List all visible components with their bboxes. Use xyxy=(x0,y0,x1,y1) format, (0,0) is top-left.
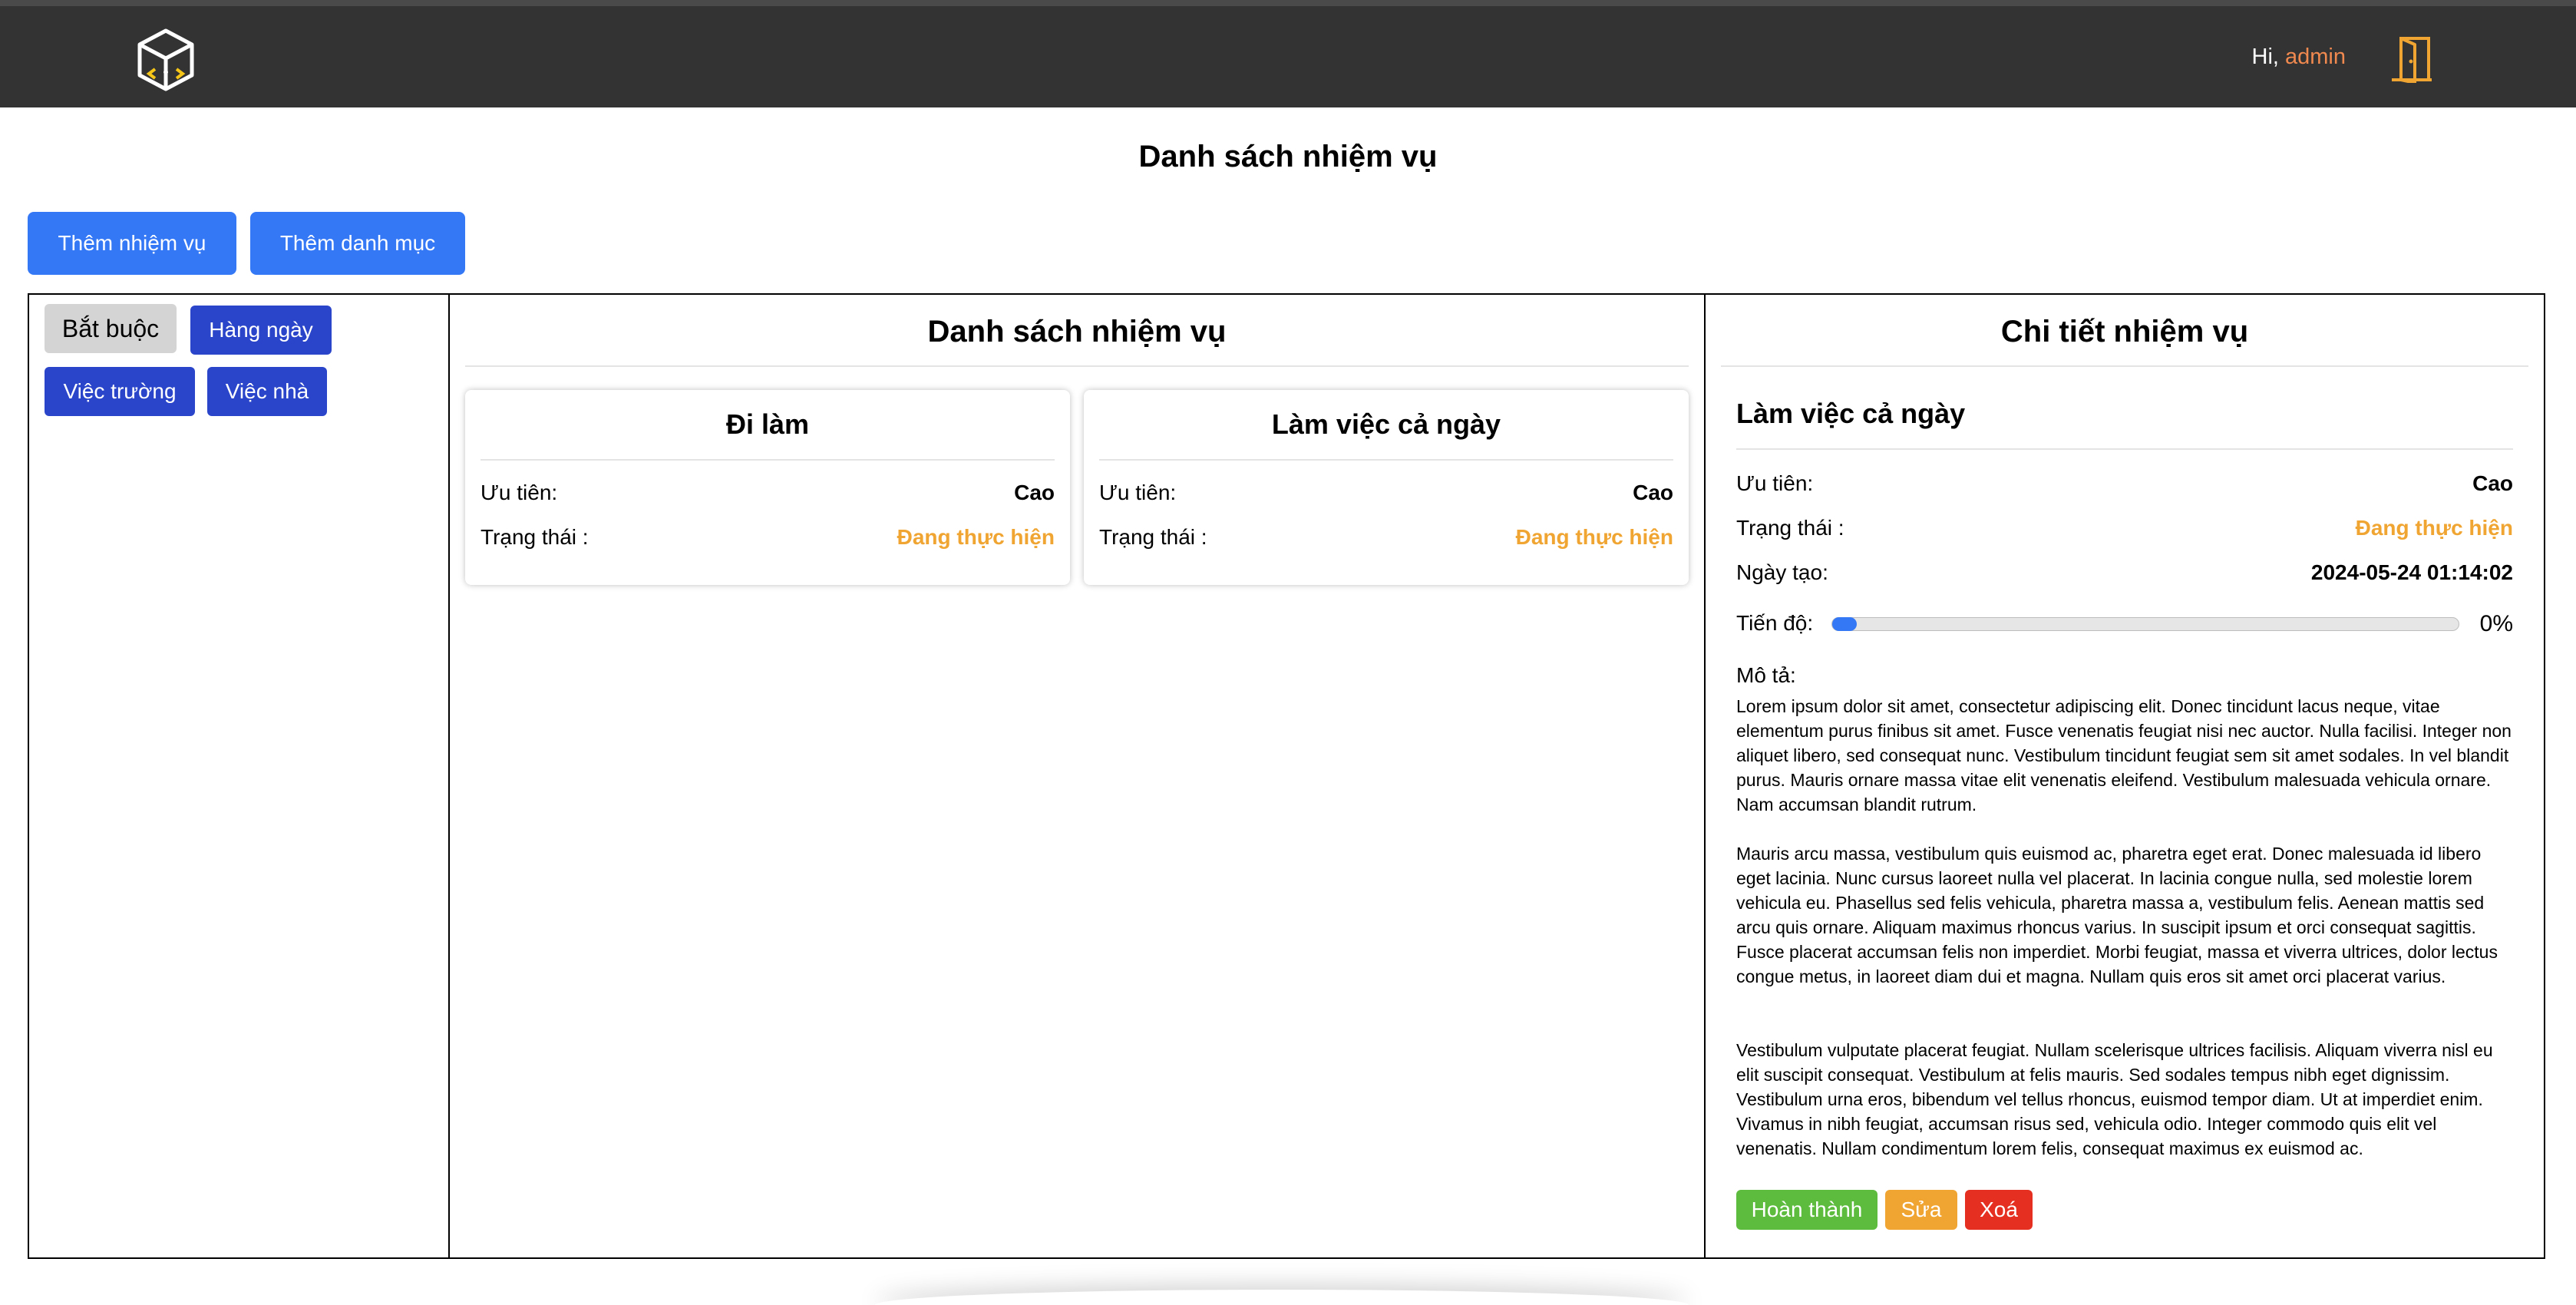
priority-value: Cao xyxy=(1014,481,1055,504)
status-value: Đang thực hiện xyxy=(2355,516,2513,540)
priority-label: Ưu tiên: xyxy=(481,481,558,504)
complete-button[interactable]: Hoàn thành xyxy=(1736,1190,1878,1230)
description-paragraph: Vestibulum vulputate placerat feugiat. N… xyxy=(1736,1040,2493,1158)
task-list-title: Danh sách nhiệm vụ xyxy=(927,315,1227,349)
progress-bar xyxy=(1831,617,2459,631)
status-label: Trạng thái : xyxy=(481,525,589,549)
priority-label: Ưu tiên: xyxy=(1736,471,1814,495)
task-card-title: Làm việc cả ngày xyxy=(1271,408,1501,440)
divider xyxy=(465,365,1689,367)
created-value: 2024-05-24 01:14:02 xyxy=(2310,560,2513,584)
divider xyxy=(1721,365,2528,367)
status-value: Đang thực hiện xyxy=(897,525,1055,549)
priority-label: Ưu tiên: xyxy=(1099,481,1177,504)
add-task-button[interactable]: Thêm nhiệm vụ xyxy=(28,212,236,275)
category-hang-ngay[interactable]: Hàng ngày xyxy=(190,306,332,355)
divider xyxy=(1099,459,1673,461)
detail-task-name: Làm việc cả ngày xyxy=(1736,398,1966,429)
category-viec-truong[interactable]: Việc trường xyxy=(45,367,195,416)
description-paragraph: Lorem ipsum dolor sit amet, consectetur … xyxy=(1736,696,2512,814)
status-label: Trạng thái : xyxy=(1099,525,1207,549)
bottom-shadow xyxy=(875,1290,1689,1305)
greeting: Hi, admin xyxy=(2252,45,2346,70)
edit-button[interactable]: Sửa xyxy=(1885,1190,1957,1230)
top-navbar: Hi, admin xyxy=(0,0,2576,107)
add-category-button[interactable]: Thêm danh mục xyxy=(250,212,465,275)
username-link[interactable]: admin xyxy=(2285,45,2346,69)
task-card[interactable]: Làm việc cả ngày Ưu tiên: Cao Trạng thái… xyxy=(1084,390,1689,585)
priority-value: Cao xyxy=(2472,471,2513,495)
status-value: Đang thực hiện xyxy=(1515,525,1673,549)
divider xyxy=(481,459,1055,461)
task-card[interactable]: Đi làm Ưu tiên: Cao Trạng thái : Đang th… xyxy=(465,390,1070,585)
priority-value: Cao xyxy=(1633,481,1673,504)
page-title: Danh sách nhiệm vụ xyxy=(1138,140,1438,173)
description-paragraph: Mauris arcu massa, vestibulum quis euism… xyxy=(1736,844,2498,986)
cube-logo-icon[interactable] xyxy=(135,28,197,92)
task-list-panel: Danh sách nhiệm vụ Đi làm Ưu tiên: Cao T… xyxy=(450,295,1706,1257)
category-bat-buoc[interactable]: Bắt buộc xyxy=(45,304,177,353)
progress-label: Tiến độ: xyxy=(1736,611,1814,635)
description-label: Mô tả: xyxy=(1736,663,1796,687)
main-container: Bắt buộc Hàng ngày Việc trường Việc nhà … xyxy=(28,293,2545,1259)
category-viec-nha[interactable]: Việc nhà xyxy=(207,367,327,416)
task-detail-title: Chi tiết nhiệm vụ xyxy=(2000,315,2249,349)
status-label: Trạng thái : xyxy=(1736,516,1844,540)
category-sidebar: Bắt buộc Hàng ngày Việc trường Việc nhà xyxy=(29,295,450,1257)
divider xyxy=(1736,448,2513,450)
progress-percent: 0% xyxy=(2479,611,2513,636)
door-exit-icon[interactable] xyxy=(2390,35,2433,83)
detail-progress-row: Tiến độ: 0% xyxy=(1736,611,2513,639)
task-card-title: Đi làm xyxy=(725,408,810,440)
created-label: Ngày tạo: xyxy=(1736,560,1828,584)
greeting-prefix: Hi, xyxy=(2251,45,2285,69)
progress-indicator xyxy=(1832,617,1857,631)
task-detail-panel: Chi tiết nhiệm vụ Làm việc cả ngày Ưu ti… xyxy=(1706,295,2544,1257)
delete-button[interactable]: Xoá xyxy=(1965,1190,2033,1230)
